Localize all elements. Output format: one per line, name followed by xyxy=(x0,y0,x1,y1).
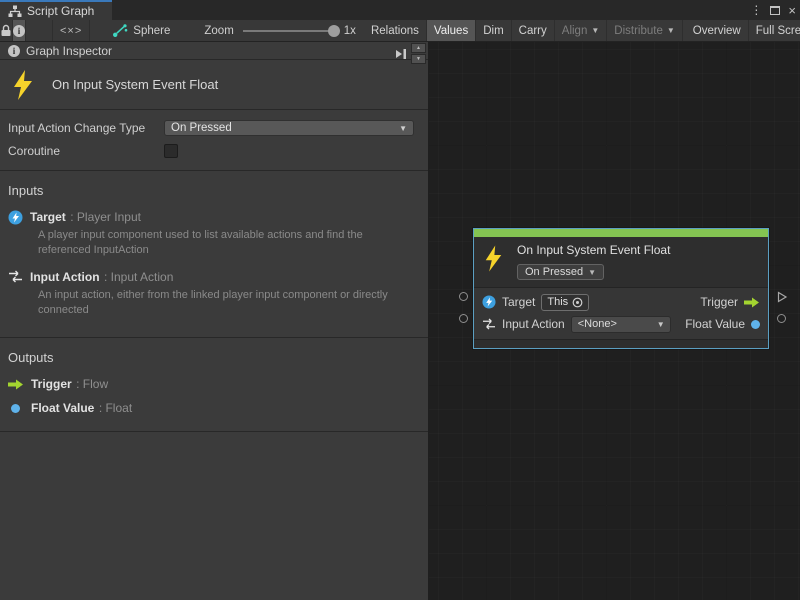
info-icon: i xyxy=(13,25,25,37)
scroll-up-button[interactable]: ▲ xyxy=(411,43,426,53)
zoom-control: Zoom 1x xyxy=(196,20,364,41)
action-value-dropdown[interactable]: <None> ▼ xyxy=(571,316,671,333)
coroutine-checkbox[interactable] xyxy=(164,144,178,158)
float-port-icon xyxy=(11,404,20,413)
coroutine-label: Coroutine xyxy=(8,144,164,158)
trigger-output-port[interactable] xyxy=(776,291,788,303)
full-screen-button[interactable]: Full Screen xyxy=(749,20,800,41)
breadcrumb[interactable]: Sphere xyxy=(104,20,178,41)
event-bolt-icon xyxy=(484,245,503,272)
script-graph-asset-icon xyxy=(112,24,128,38)
action-input-port[interactable] xyxy=(459,314,468,323)
action-port-label: Input Action xyxy=(502,317,565,331)
input-target-description: A player input component used to list av… xyxy=(38,228,408,258)
graph-inspector-title: Graph Inspector xyxy=(26,44,112,58)
input-action-icon xyxy=(482,318,496,330)
input-target-item: Target : Player Input A player input com… xyxy=(0,206,428,266)
code-icon: <×> xyxy=(60,25,82,37)
node-settings: Input Action Change Type On Pressed ▼ Co… xyxy=(0,110,428,171)
unity-visual-scripting-window: Script Graph ⋮ × i <×> xyxy=(0,0,800,600)
event-accent-bar xyxy=(474,229,768,237)
inspector-toggle-button[interactable]: i xyxy=(13,20,26,41)
chevron-down-icon: ▼ xyxy=(591,26,599,35)
title-bar: Script Graph ⋮ × xyxy=(0,0,800,20)
zoom-slider[interactable] xyxy=(243,30,335,32)
chevron-down-icon: ▼ xyxy=(667,26,675,35)
trigger-port-label: Trigger xyxy=(700,295,738,309)
dock-panel-icon[interactable] xyxy=(394,48,408,60)
node-footer xyxy=(474,339,768,348)
zoom-slider-handle[interactable] xyxy=(328,25,340,37)
graph-hierarchy-icon xyxy=(8,5,22,18)
relations-button[interactable]: Relations xyxy=(364,20,427,41)
node-body: Target This Trigger xyxy=(474,287,768,339)
node-mode-dropdown[interactable]: On Pressed▼ xyxy=(517,264,604,280)
selected-node-summary: On Input System Event Float xyxy=(0,60,428,110)
input-action-description: An input action, either from the linked … xyxy=(38,288,408,318)
float-port-label: Float Value xyxy=(685,317,745,331)
inputs-section: Inputs Target : Player Input A player in… xyxy=(0,171,428,338)
graph-toolbar: i <×> Sphere Zoom 1x Relations Values Di… xyxy=(0,20,800,42)
chevron-down-icon: ▼ xyxy=(588,268,596,277)
node-row-target-trigger: Target This Trigger xyxy=(474,291,768,313)
selected-node-title: On Input System Event Float xyxy=(52,77,218,92)
flow-arrow-icon xyxy=(8,379,24,390)
info-icon: i xyxy=(8,45,20,57)
values-button[interactable]: Values xyxy=(427,20,476,41)
inspector-scrubber: ▲ ▼ xyxy=(411,43,426,64)
flow-arrow-icon xyxy=(744,297,760,308)
object-picker-icon xyxy=(572,297,583,308)
graph-inspector-header: i Graph Inspector ▲ ▼ xyxy=(0,42,428,60)
float-output-port[interactable] xyxy=(777,314,786,323)
align-button[interactable]: Align▼ xyxy=(555,20,608,41)
graph-inspector-panel: i Graph Inspector ▲ ▼ On Inp xyxy=(0,42,429,600)
zoom-label: Zoom xyxy=(204,25,233,37)
input-action-item: Input Action : Input Action An input act… xyxy=(0,266,428,326)
input-action-icon xyxy=(8,270,23,283)
node-title: On Input System Event Float xyxy=(517,243,670,257)
target-this-field[interactable]: This xyxy=(541,294,589,311)
on-input-system-event-float-node[interactable]: On Input System Event Float On Pressed▼ xyxy=(473,228,769,349)
lock-button[interactable] xyxy=(0,20,13,41)
lock-icon xyxy=(0,24,12,37)
graph-canvas[interactable]: On Input System Event Float On Pressed▼ xyxy=(429,42,800,600)
overview-button[interactable]: Overview xyxy=(686,20,749,41)
change-type-label: Input Action Change Type xyxy=(8,121,164,135)
outputs-section: Outputs Trigger : Flow Float Value : Flo… xyxy=(0,338,428,432)
node-header[interactable]: On Input System Event Float On Pressed▼ xyxy=(474,237,768,287)
outputs-header: Outputs xyxy=(0,346,428,373)
player-input-icon xyxy=(482,295,496,309)
close-icon[interactable]: × xyxy=(788,4,796,17)
distribute-button[interactable]: Distribute▼ xyxy=(607,20,683,41)
code-preview-button[interactable]: <×> xyxy=(52,20,90,41)
inspector-empty-area xyxy=(0,432,428,600)
node-row-action-float: Input Action <None> ▼ Float Value xyxy=(474,313,768,335)
event-bolt-icon xyxy=(12,70,34,100)
tab-script-graph[interactable]: Script Graph xyxy=(0,0,112,20)
maximize-icon[interactable] xyxy=(770,6,780,15)
scroll-down-button[interactable]: ▼ xyxy=(411,54,426,64)
inputs-header: Inputs xyxy=(0,179,428,206)
output-trigger-item: Trigger : Flow Float Value : Float xyxy=(0,373,428,419)
tab-label: Script Graph xyxy=(27,4,94,18)
target-port-label: Target xyxy=(502,295,535,309)
float-port-icon xyxy=(751,320,760,329)
chevron-down-icon: ▼ xyxy=(657,320,665,329)
zoom-value: 1x xyxy=(344,25,356,37)
breadcrumb-label: Sphere xyxy=(133,25,170,37)
player-input-icon xyxy=(8,210,23,225)
carry-button[interactable]: Carry xyxy=(512,20,555,41)
window-menu-icon[interactable]: ⋮ xyxy=(750,4,762,16)
target-input-port[interactable] xyxy=(459,292,468,301)
change-type-dropdown[interactable]: On Pressed ▼ xyxy=(164,120,414,136)
chevron-down-icon: ▼ xyxy=(399,124,407,133)
dim-button[interactable]: Dim xyxy=(476,20,511,41)
